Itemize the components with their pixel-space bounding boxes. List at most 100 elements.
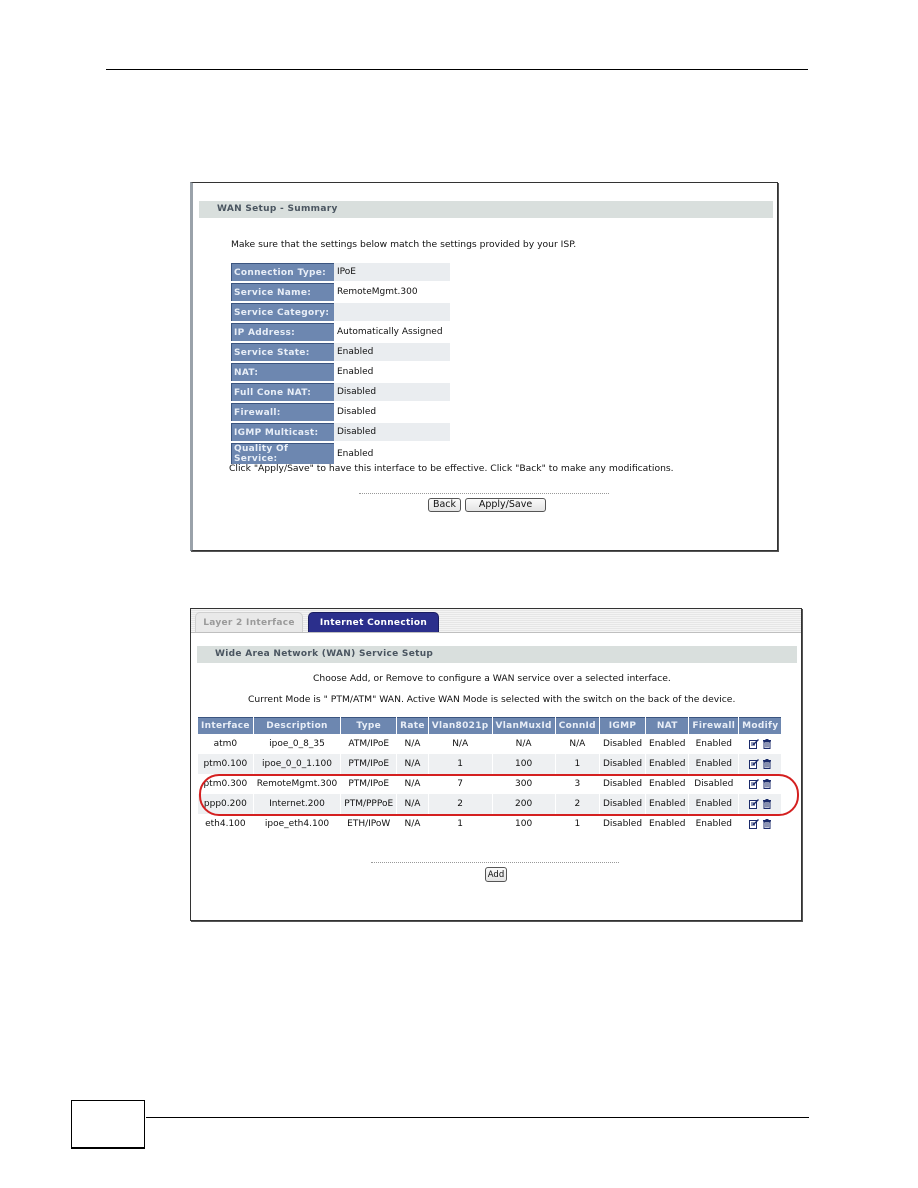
table-cell: eth4.100 (205, 819, 246, 829)
table-cell: N/A (404, 819, 421, 829)
table-cell: N/A (452, 739, 469, 749)
summary-value: RemoteMgmt.300 (334, 283, 450, 301)
summary-row: Full Cone NAT: Disabled (231, 383, 450, 401)
summary-value: Enabled (334, 343, 450, 361)
trash-icon[interactable] (762, 758, 772, 769)
trash-icon[interactable] (762, 738, 772, 749)
table-cell: Disabled (602, 779, 643, 789)
column-header: Type (341, 717, 397, 734)
table-cell: Disabled (602, 819, 643, 829)
table-cell: N/A (404, 779, 421, 789)
table-cell: 1 (428, 754, 492, 774)
table-row: ppp0.200 Internet.200 PTM/PPPoE N/A 2 200 2 Dis… (198, 794, 782, 814)
table-cell: ATM/IPoE (348, 739, 390, 749)
summary-label: IGMP Multicast: (231, 423, 334, 441)
column-header: VlanMuxId (492, 717, 555, 734)
summary-row: Service Name: RemoteMgmt.300 (231, 283, 450, 301)
tab-layer2-interface[interactable]: Layer 2 Interface (195, 612, 303, 632)
tab-strip: Layer 2 Interface Internet Connection (191, 609, 801, 633)
table-cell: Disabled (599, 794, 646, 814)
edit-icon[interactable] (748, 738, 759, 749)
table-cell: 7 (457, 779, 464, 789)
modify-cell (739, 794, 782, 814)
summary-value: Enabled (334, 443, 450, 464)
table-cell: ETH/IPoW (347, 819, 391, 829)
table-cell: Enabled (646, 754, 689, 774)
table-cell: N/A (397, 754, 428, 774)
column-header: IGMP (599, 717, 646, 734)
trash-icon[interactable] (762, 798, 772, 809)
table-cell: 2 (555, 794, 599, 814)
table-row: ptm0.100 ipoe_0_0_1.100 PTM/IPoE N/A 1 100 1 Di… (198, 754, 782, 774)
section-title: Wide Area Network (WAN) Service Setup (197, 646, 797, 663)
edit-icon[interactable] (748, 778, 759, 789)
summary-row: Connection Type: IPoE (231, 263, 450, 281)
wan-service-screenshot: Layer 2 Interface Internet Connection Wi… (190, 608, 802, 921)
column-header: Description (253, 717, 341, 734)
summary-row: IP Address: Automatically Assigned (231, 323, 450, 341)
column-header: Rate (397, 717, 428, 734)
table-cell: 1 (574, 819, 581, 829)
summary-row: IGMP Multicast: Disabled (231, 423, 450, 441)
column-header: Modify (739, 717, 782, 734)
summary-row: Service State: Enabled (231, 343, 450, 361)
summary-value: Disabled (334, 423, 450, 441)
table-cell: 300 (515, 779, 533, 789)
table-cell: Enabled (646, 794, 689, 814)
table-cell: 2 (428, 794, 492, 814)
table-cell: Internet.200 (253, 794, 341, 814)
table-cell: Disabled (602, 739, 643, 749)
trash-icon[interactable] (762, 778, 772, 789)
table-cell: 200 (492, 794, 555, 814)
divider (359, 493, 609, 494)
table-cell: ptm0.100 (198, 754, 253, 774)
table-cell: ipoe_0_0_1.100 (253, 754, 341, 774)
modify-cell (739, 734, 781, 754)
summary-row: Service Category: (231, 303, 450, 321)
modify-cell (739, 774, 781, 794)
table-cell: RemoteMgmt.300 (256, 779, 338, 789)
table-cell: ppp0.200 (198, 794, 253, 814)
tab-internet-connection[interactable]: Internet Connection (308, 612, 439, 632)
summary-value (334, 303, 450, 321)
table-cell: N/A (515, 739, 532, 749)
table-cell: PTM/IPoE (341, 754, 397, 774)
table-cell: PTM/PPPoE (341, 794, 397, 814)
add-button[interactable]: Add (485, 867, 507, 882)
summary-value: IPoE (334, 263, 450, 281)
table-cell: N/A (404, 739, 421, 749)
edit-icon[interactable] (748, 758, 759, 769)
summary-value: Disabled (334, 383, 450, 401)
table-cell: 1 (555, 754, 599, 774)
table-cell: Enabled (649, 739, 686, 749)
footer-note: Click "Apply/Save" to have this interfac… (229, 463, 674, 474)
summary-label: Service Category: (231, 303, 334, 321)
summary-row: Quality Of Service: Enabled (231, 443, 450, 464)
table-cell: PTM/IPoE (348, 779, 390, 789)
table-cell: Disabled (599, 754, 646, 774)
table-cell: Enabled (689, 754, 739, 774)
table-cell: N/A (397, 794, 428, 814)
trash-icon[interactable] (762, 818, 772, 829)
apply-save-button[interactable]: Apply/Save (465, 498, 546, 512)
summary-label: Connection Type: (231, 263, 334, 281)
table-cell: 100 (492, 754, 555, 774)
summary-value: Automatically Assigned (334, 323, 450, 341)
summary-label: Firewall: (231, 403, 334, 421)
summary-label: NAT: (231, 363, 334, 381)
table-row: ptm0.300 RemoteMgmt.300 PTM/IPoE N/A 7 300 3 Di… (198, 774, 781, 794)
page-number-box (71, 1100, 145, 1149)
edit-icon[interactable] (748, 818, 759, 829)
edit-icon[interactable] (748, 798, 759, 809)
summary-label: IP Address: (231, 323, 334, 341)
back-button[interactable]: Back (428, 498, 461, 512)
summary-row: Firewall: Disabled (231, 403, 450, 421)
table-cell: Enabled (695, 739, 732, 749)
summary-row: NAT: Enabled (231, 363, 450, 381)
footer-rule (146, 1117, 809, 1118)
table-cell: Enabled (649, 779, 686, 789)
table-cell: ipoe_eth4.100 (264, 819, 330, 829)
summary-label: Service State: (231, 343, 334, 361)
summary-value: Disabled (334, 403, 450, 421)
divider (371, 862, 619, 863)
